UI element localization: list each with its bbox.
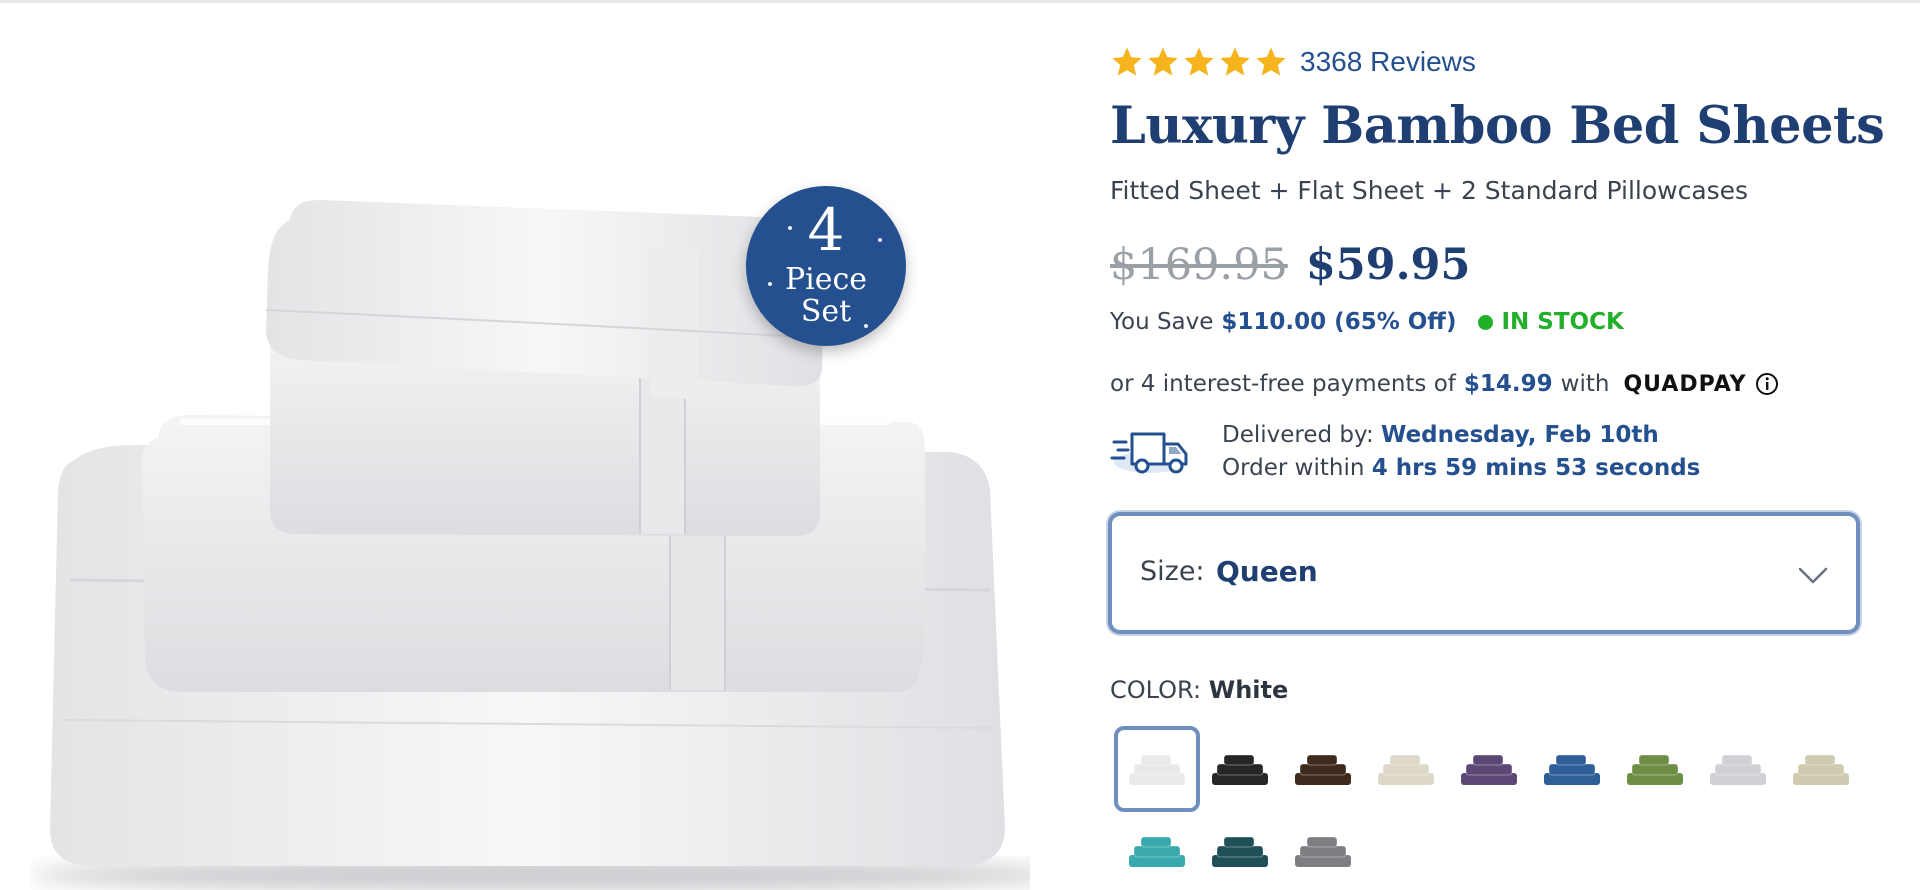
sheet-stack-thumbnail: [1627, 754, 1683, 785]
top-divider: [0, 0, 1920, 3]
installments-suffix: with: [1560, 371, 1610, 397]
star-rating: [1110, 45, 1288, 79]
sale-price: $59.95: [1305, 240, 1471, 290]
order-label: Order within: [1222, 455, 1365, 481]
order-countdown: 4 hrs 59 mins 53 seconds: [1371, 455, 1701, 481]
badge-line2: Set: [800, 294, 852, 329]
stock-status-dot: [1478, 314, 1494, 330]
color-swatch-ivory[interactable]: [1363, 726, 1449, 812]
color-swatch-white[interactable]: [1114, 726, 1200, 812]
product-subtitle: Fitted Sheet + Flat Sheet + 2 Standard P…: [1110, 176, 1749, 205]
color-swatch-green[interactable]: [1612, 726, 1698, 812]
color-label: COLOR: White: [1110, 676, 1288, 704]
color-swatch-teal[interactable]: [1114, 808, 1200, 890]
savings-row: You Save $110.00 (65% Off) IN STOCK: [1110, 309, 1624, 335]
price-row: $169.95 $59.95: [1110, 240, 1470, 290]
stock-status: IN STOCK: [1501, 309, 1624, 335]
delivery-date: Wednesday, Feb 10th: [1381, 422, 1659, 448]
star-icon: [1220, 47, 1250, 76]
sheet-stack-thumbnail: [1793, 754, 1849, 785]
color-swatch-blue[interactable]: [1529, 726, 1615, 812]
color-swatch-brown[interactable]: [1280, 726, 1366, 812]
sheet-stack-thumbnail: [1295, 754, 1351, 785]
product-title: Luxury Bamboo Bed Sheets: [1110, 96, 1885, 156]
sheet-stack-thumbnail: [1129, 836, 1185, 867]
color-swatch-sand[interactable]: [1778, 726, 1864, 812]
color-swatch-purple[interactable]: [1446, 726, 1532, 812]
star-icon: [1112, 47, 1142, 76]
rating-row: 3368 Reviews: [1110, 42, 1476, 82]
sheet-stack-thumbnail: [1461, 754, 1517, 785]
size-label: Size:: [1140, 556, 1205, 587]
installments-row: or 4 interest-free payments of $14.99 wi…: [1110, 371, 1779, 397]
size-select[interactable]: Size: Queen: [1108, 512, 1860, 634]
savings-value: $110.00 (65% Off): [1221, 309, 1457, 335]
color-swatch-gray[interactable]: [1280, 808, 1366, 890]
sheet-stack-thumbnail: [1212, 754, 1268, 785]
color-label-prefix: COLOR:: [1110, 676, 1202, 704]
sheet-stack-thumbnail: [1129, 754, 1185, 785]
color-swatch-dark-teal[interactable]: [1197, 808, 1283, 890]
delivery-info: Delivered by: Wednesday, Feb 10th Order …: [1110, 418, 1710, 488]
info-icon[interactable]: [1755, 372, 1779, 396]
star-icon: [1256, 47, 1286, 76]
reviews-link[interactable]: 3368 Reviews: [1300, 46, 1476, 78]
color-swatch-light-gray[interactable]: [1695, 726, 1781, 812]
order-countdown-line: Order within 4 hrs 59 mins 53 seconds: [1222, 455, 1700, 481]
star-icon: [1148, 47, 1178, 76]
badge-line1: Piece: [784, 262, 868, 297]
piece-set-badge: 4 Piece Set: [746, 186, 906, 346]
quadpay-logo: QUADPAY: [1623, 371, 1747, 397]
original-price: $169.95: [1110, 240, 1288, 290]
chevron-down-icon: [1798, 567, 1828, 584]
star-icon: [1184, 47, 1214, 76]
delivery-label: Delivered by:: [1222, 422, 1374, 448]
savings-label: You Save: [1110, 309, 1214, 335]
sheet-stack-thumbnail: [1544, 754, 1600, 785]
color-swatch-black[interactable]: [1197, 726, 1283, 812]
sheet-stack-thumbnail: [1212, 836, 1268, 867]
badge-number: 4: [807, 196, 845, 264]
delivery-date-line: Delivered by: Wednesday, Feb 10th: [1222, 422, 1659, 448]
size-value: Queen: [1216, 555, 1318, 588]
selected-color-name: White: [1208, 676, 1289, 704]
installments-prefix: or 4 interest-free payments of: [1110, 371, 1456, 397]
installment-amount: $14.99: [1463, 371, 1553, 397]
sheet-stack-thumbnail: [1295, 836, 1351, 867]
product-image: 4 Piece Set: [30, 160, 1030, 890]
delivery-truck-icon: [1110, 432, 1188, 474]
sheet-stack-thumbnail: [1710, 754, 1766, 785]
sheet-stack-thumbnail: [1378, 754, 1434, 785]
